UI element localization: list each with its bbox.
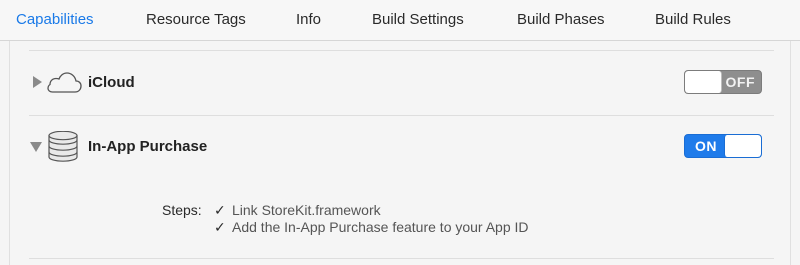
tab-resource-tags[interactable]: Resource Tags [146,0,246,40]
step-text: Add the In-App Purchase feature to your … [232,219,529,235]
steps-label: Steps: [162,202,202,218]
tab-bar: Capabilities Resource Tags Info Build Se… [0,0,800,41]
tab-capabilities[interactable]: Capabilities [16,0,94,40]
step-item: ✓ Add the In-App Purchase feature to your… [214,219,529,236]
step-item: ✓ Link StoreKit.framework [214,202,381,219]
icloud-toggle[interactable]: OFF [684,70,762,94]
tab-build-rules[interactable]: Build Rules [655,0,731,40]
tab-build-phases[interactable]: Build Phases [517,0,605,40]
panel-left-border [9,41,10,265]
disclosure-triangle-expanded-icon[interactable] [30,142,42,152]
coins-stack-icon [48,131,78,162]
capability-title: iCloud [88,74,135,91]
divider [29,115,774,116]
toggle-knob [685,71,722,93]
tab-info[interactable]: Info [296,0,321,40]
in-app-purchase-toggle[interactable]: ON [684,134,762,158]
toggle-knob [724,135,761,157]
toggle-label: ON [695,138,717,154]
disclosure-triangle-collapsed-icon[interactable] [33,76,42,88]
panel-right-border [790,41,791,265]
cloud-icon [47,72,82,93]
tab-build-settings[interactable]: Build Settings [372,0,464,40]
divider [29,258,774,259]
step-text: Link StoreKit.framework [232,202,381,218]
checkmark-icon: ✓ [214,202,226,218]
checkmark-icon: ✓ [214,219,226,235]
divider [29,50,774,51]
capability-title: In-App Purchase [88,138,208,155]
toggle-label: OFF [725,74,755,90]
